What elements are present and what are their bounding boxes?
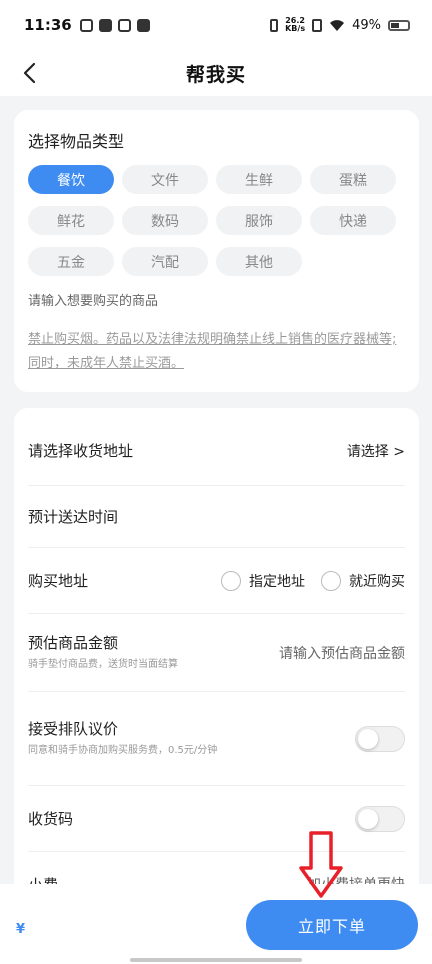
prohibited-notice: 禁止购买烟。药品以及法律法规明确禁止线上销售的医疗器械等;同时，未成年人禁止买酒… [28,332,397,371]
item-type-card: 选择物品类型 餐饮 文件 生鲜 蛋糕 鲜花 数码 服饰 快递 五金 汽配 其他 … [14,110,419,392]
bottom-bar: ¥ 立即下单 [0,884,432,964]
tag-hardware[interactable]: 五金 [28,247,114,276]
delivery-address-select[interactable]: 请选择 > [347,441,405,461]
status-notification-icons [79,18,150,32]
payment-app-icon [98,18,112,32]
tag-flowers[interactable]: 鲜花 [28,206,114,235]
app-notification-icon [79,18,93,32]
tag-express[interactable]: 快递 [310,206,396,235]
network-speed-unit: KB/s [285,24,306,33]
status-time: 11:36 [24,16,72,34]
delivery-time-label: 预计送达时间 [28,508,119,526]
tag-auto-parts[interactable]: 汽配 [122,247,208,276]
purchase-address-options: 指定地址 就近购买 [221,570,405,591]
battery-icon [388,19,410,31]
nearby-purchase-radio[interactable] [321,570,341,591]
battery-percent: 49% [352,17,381,33]
receipt-code-row: 收货码 [28,786,405,852]
product-input[interactable]: 请输入想要购买的商品 [28,290,158,309]
delivery-address-row[interactable]: 请选择收货地址 请选择 > [28,416,405,486]
back-button[interactable] [14,58,44,88]
wifi-icon [330,19,345,31]
message-icon [136,18,150,32]
estimated-amount-row: 预估商品金额 骑手垫付商品费，送货时当面结算 请输入预估商品金额 [28,614,405,692]
purchase-address-label: 购买地址 [28,572,89,590]
estimated-amount-label: 预估商品金额 [28,634,119,652]
queue-bargain-note: 同意和骑手协商加购买服务费，0.5元/分钟 [28,745,218,756]
receipt-code-toggle[interactable] [355,805,405,832]
estimated-amount-note: 骑手垫付商品费，送货时当面结算 [28,659,178,670]
tag-cake[interactable]: 蛋糕 [310,165,396,194]
queue-bargain-label: 接受排队议价 [28,720,119,738]
home-indicator[interactable] [130,958,302,962]
delivery-time-row[interactable]: 预计送达时间 [28,486,405,548]
chevron-left-icon [23,62,36,84]
queue-bargain-row: 接受排队议价 同意和骑手协商加购买服务费，0.5元/分钟 [28,692,405,786]
specified-address-radio[interactable] [221,570,241,591]
receipt-code-label: 收货码 [28,810,74,828]
tag-food[interactable]: 餐饮 [28,165,114,194]
tag-documents[interactable]: 文件 [122,165,208,194]
status-right-icons: 26.2 KB/s 49% [270,17,410,33]
tag-clothing[interactable]: 服饰 [216,206,302,235]
sim-icon [312,18,323,32]
nearby-purchase-label[interactable]: 就近购买 [349,571,405,591]
delivery-address-label: 请选择收货地址 [28,442,134,460]
vibrate-icon [270,18,279,32]
network-speed: 26.2 KB/s [285,17,305,33]
mail-icon [117,18,131,32]
queue-bargain-toggle[interactable] [355,725,405,752]
tag-fresh[interactable]: 生鲜 [216,165,302,194]
order-form-card: 请选择收货地址 请选择 > 预计送达时间 购买地址 指定地址 就近购买 预估商品… [14,408,419,928]
total-price: ¥ [16,922,26,937]
page-title: 帮我买 [185,63,246,86]
place-order-button[interactable]: 立即下单 [246,900,418,950]
estimated-amount-input[interactable]: 请输入预估商品金额 [279,643,405,663]
specified-address-label[interactable]: 指定地址 [249,571,305,591]
tag-digital[interactable]: 数码 [122,206,208,235]
nav-bar: 帮我买 [0,50,432,96]
status-bar: 11:36 26.2 KB/s 49% [0,0,432,50]
purchase-address-row: 购买地址 指定地址 就近购买 [28,548,405,614]
tag-other[interactable]: 其他 [216,247,302,276]
item-type-title: 选择物品类型 [28,132,125,151]
arrow-down-icon [299,831,343,898]
